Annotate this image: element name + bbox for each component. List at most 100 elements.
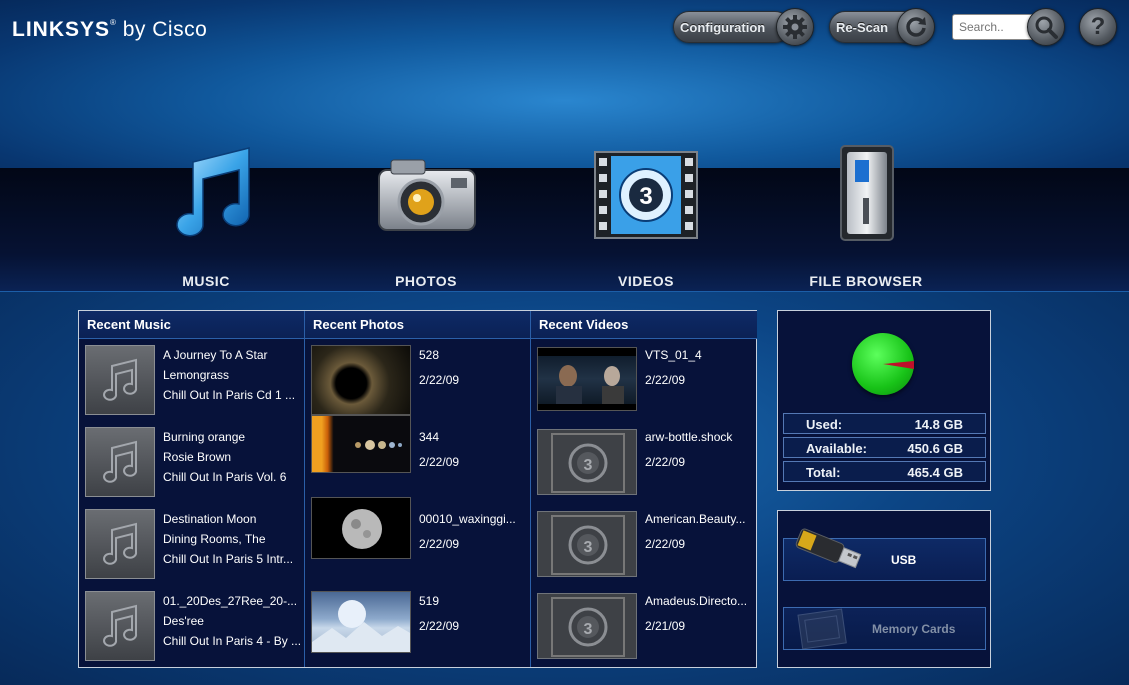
linksys-logo: LINKSYS® by Cisco bbox=[12, 18, 208, 41]
recent-photos-header: Recent Photos bbox=[305, 311, 530, 339]
photo-name: 00010_waxinggi... bbox=[419, 512, 516, 526]
camera-icon bbox=[378, 159, 476, 231]
track-title: Destination Moon bbox=[163, 512, 257, 526]
list-item[interactable]: 3 arw-bottle.shock 2/22/09 bbox=[531, 421, 757, 503]
used-label: Used: bbox=[806, 417, 843, 432]
track-artist: Des'ree bbox=[163, 614, 204, 628]
svg-text:3: 3 bbox=[584, 457, 593, 474]
track-album: Chill Out In Paris Cd 1 ... bbox=[163, 388, 296, 402]
list-item[interactable]: 344 2/22/09 bbox=[305, 415, 531, 503]
gear-icon[interactable] bbox=[776, 8, 814, 46]
track-title: A Journey To A Star bbox=[163, 348, 268, 362]
nav-photos[interactable]: PHOTOS bbox=[336, 140, 516, 292]
rescan-label: Re-Scan bbox=[836, 19, 889, 35]
list-item[interactable]: VTS_01_4 2/22/09 bbox=[531, 339, 757, 421]
memory-cards-button[interactable]: Memory Cards bbox=[783, 607, 986, 650]
music-note-icon bbox=[85, 591, 155, 661]
film-countdown-icon: 3 bbox=[537, 511, 637, 577]
nav-music[interactable]: MUSIC bbox=[116, 140, 296, 292]
film-countdown-icon: 3 bbox=[594, 151, 698, 239]
track-album: Chill Out In Paris 5 Intr... bbox=[163, 552, 294, 566]
video-date: 2/21/09 bbox=[645, 619, 686, 633]
refresh-icon[interactable] bbox=[897, 8, 935, 46]
music-note-icon bbox=[85, 345, 155, 415]
photo-date: 2/22/09 bbox=[419, 455, 460, 469]
usb-label: USB bbox=[891, 553, 917, 567]
search-input[interactable] bbox=[952, 14, 1032, 40]
recent-videos-column: Recent Videos VTS_01_4 2/22/09 3 arw-bot… bbox=[531, 311, 757, 667]
recent-photos-column: Recent Photos 528 2/22/09 344 2/22/09 00… bbox=[305, 311, 531, 667]
configuration-label: Configuration bbox=[680, 19, 766, 35]
video-date: 2/22/09 bbox=[645, 455, 686, 469]
recent-media-panel: Recent Music A Journey To A Star Lemongr… bbox=[78, 310, 757, 668]
devices-panel: USB Memory Cards bbox=[777, 510, 991, 668]
recent-music-column: Recent Music A Journey To A Star Lemongr… bbox=[79, 311, 305, 667]
nav-music-label: MUSIC bbox=[182, 273, 230, 289]
memory-cards-label: Memory Cards bbox=[872, 622, 956, 636]
video-date: 2/22/09 bbox=[645, 373, 686, 387]
music-note-icon bbox=[176, 147, 250, 237]
nav-photos-label: PHOTOS bbox=[395, 273, 457, 289]
photo-thumbnail bbox=[311, 415, 411, 473]
storage-gauge bbox=[852, 333, 914, 395]
track-album: Chill Out In Paris 4 - By ... bbox=[163, 634, 302, 648]
media-server-icon bbox=[840, 145, 894, 241]
photo-name: 344 bbox=[419, 430, 440, 444]
list-item[interactable]: 519 2/22/09 bbox=[305, 585, 531, 667]
photo-name: 528 bbox=[419, 348, 440, 362]
used-row: Used: 14.8 GB bbox=[783, 413, 986, 434]
track-album: Chill Out In Paris Vol. 6 bbox=[163, 470, 287, 484]
track-artist: Dining Rooms, The bbox=[163, 532, 266, 546]
music-note-icon bbox=[85, 509, 155, 579]
nav-videos-label: VIDEOS bbox=[618, 273, 674, 289]
usb-button[interactable]: USB bbox=[783, 528, 986, 581]
video-name: Amadeus.Directo... bbox=[645, 594, 748, 608]
video-name: VTS_01_4 bbox=[645, 348, 702, 362]
film-countdown-icon: 3 bbox=[537, 429, 637, 495]
memory-card-icon bbox=[797, 608, 847, 650]
photo-name: 519 bbox=[419, 594, 440, 608]
nav-file-browser[interactable]: FILE BROWSER bbox=[776, 140, 956, 292]
list-item[interactable]: 528 2/22/09 bbox=[305, 339, 531, 421]
nav-videos[interactable]: 3 VIDEOS bbox=[556, 140, 736, 292]
used-value: 14.8 GB bbox=[914, 417, 963, 432]
video-date: 2/22/09 bbox=[645, 537, 686, 551]
photo-date: 2/22/09 bbox=[419, 373, 460, 387]
list-item[interactable]: 00010_waxinggi... 2/22/09 bbox=[305, 497, 531, 585]
photo-thumbnail bbox=[311, 345, 411, 415]
photo-date: 2/22/09 bbox=[419, 537, 460, 551]
configuration-button[interactable]: Configuration bbox=[673, 11, 791, 43]
recent-videos-header: Recent Videos bbox=[531, 311, 757, 339]
available-row: Available: 450.6 GB bbox=[783, 437, 986, 458]
photo-thumbnail bbox=[311, 591, 411, 653]
storage-panel: Used: 14.8 GB Available: 450.6 GB Total:… bbox=[777, 310, 991, 491]
usb-drive-icon bbox=[795, 528, 862, 569]
list-item[interactable]: 01._20Des_27Ree_20-... Des'ree Chill Out… bbox=[79, 585, 305, 667]
photo-date: 2/22/09 bbox=[419, 619, 460, 633]
search-icon[interactable] bbox=[1027, 8, 1065, 46]
track-title: Burning orange bbox=[163, 430, 246, 444]
total-row: Total: 465.4 GB bbox=[783, 461, 986, 482]
svg-text:3: 3 bbox=[639, 183, 652, 210]
svg-text:3: 3 bbox=[584, 621, 593, 638]
track-title: 01._20Des_27Ree_20-... bbox=[163, 594, 298, 608]
list-item[interactable]: 3 Amadeus.Directo... 2/21/09 bbox=[531, 585, 757, 667]
help-button[interactable]: ? bbox=[1079, 8, 1117, 46]
nav-file-browser-label: FILE BROWSER bbox=[809, 273, 923, 289]
list-item[interactable]: Burning orange Rosie Brown Chill Out In … bbox=[79, 421, 305, 503]
track-artist: Rosie Brown bbox=[163, 450, 232, 464]
list-item[interactable]: 3 American.Beauty... 2/22/09 bbox=[531, 503, 757, 585]
help-icon: ? bbox=[1090, 13, 1106, 40]
recent-music-header: Recent Music bbox=[79, 311, 304, 339]
video-name: American.Beauty... bbox=[645, 512, 746, 526]
total-label: Total: bbox=[806, 465, 841, 480]
video-name: arw-bottle.shock bbox=[645, 430, 733, 444]
film-countdown-icon: 3 bbox=[537, 593, 637, 659]
list-item[interactable]: Destination Moon Dining Rooms, The Chill… bbox=[79, 503, 305, 585]
available-value: 450.6 GB bbox=[907, 441, 963, 456]
available-label: Available: bbox=[806, 441, 867, 456]
track-artist: Lemongrass bbox=[163, 368, 230, 382]
list-item[interactable]: A Journey To A Star Lemongrass Chill Out… bbox=[79, 339, 305, 421]
svg-text:3: 3 bbox=[584, 539, 593, 556]
total-value: 465.4 GB bbox=[907, 465, 963, 480]
